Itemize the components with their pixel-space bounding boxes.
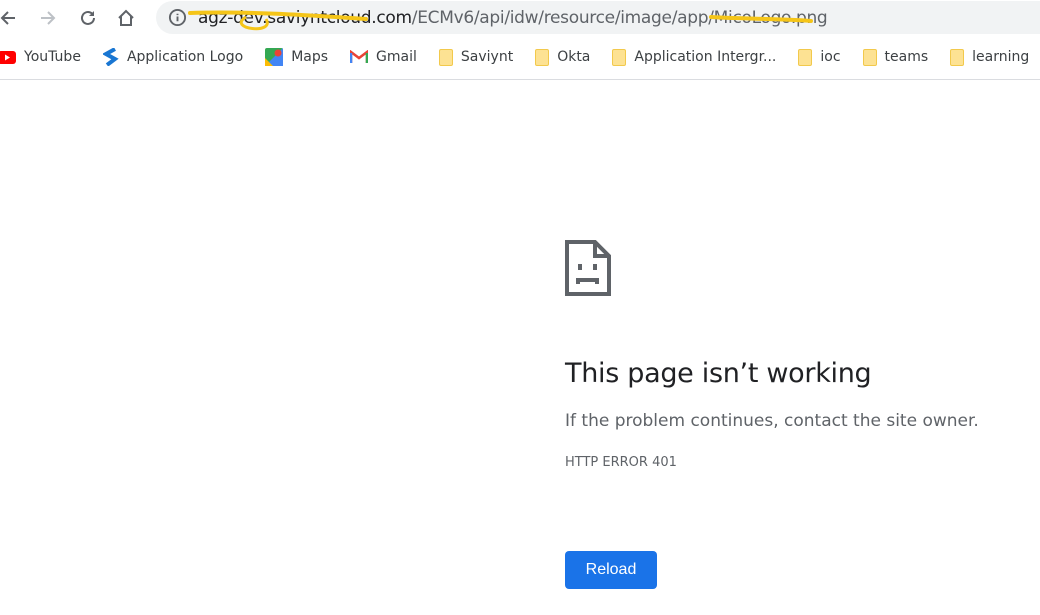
browser-toolbar: agz-dev.saviyntcloud.com/ECMv6/api/idw/r… <box>0 0 1040 36</box>
saviynt-icon <box>102 48 119 66</box>
folder-icon <box>612 48 627 66</box>
bookmark-youtube[interactable]: YouTube <box>0 49 81 65</box>
arrow-right-icon <box>41 11 56 25</box>
info-icon[interactable] <box>168 8 187 27</box>
folder-icon <box>798 48 813 66</box>
bookmark-gmail[interactable]: Gmail <box>350 49 417 65</box>
youtube-icon <box>0 50 16 64</box>
bookmark-folder-application-intergr[interactable]: Application Intergr... <box>612 48 776 66</box>
folder-icon <box>535 48 550 66</box>
error-message: If the problem continues, contact the si… <box>565 411 979 431</box>
bookmark-folder-ioc[interactable]: ioc <box>798 48 841 66</box>
redaction-scribble <box>188 10 813 31</box>
bookmark-folder-teams[interactable]: teams <box>862 48 928 66</box>
reload-button[interactable]: Reload <box>565 551 657 589</box>
folder-icon <box>862 48 877 66</box>
bookmark-folder-okta[interactable]: Okta <box>535 48 590 66</box>
error-title: This page isn’t working <box>565 358 872 389</box>
sad-page-icon <box>565 240 611 296</box>
bookmark-application-logo[interactable]: Application Logo <box>102 48 243 66</box>
bookmarks-bar: YouTube Application Logo Maps Gmail Savi… <box>0 40 1040 74</box>
home-icon <box>118 9 134 26</box>
folder-icon <box>438 48 453 66</box>
bookmark-folder-saviynt[interactable]: Saviynt <box>438 48 513 66</box>
bookmark-maps[interactable]: Maps <box>265 48 328 66</box>
refresh-icon <box>81 10 95 25</box>
error-content: This page isn’t working If the problem c… <box>565 240 979 470</box>
arrow-left-icon <box>0 11 15 25</box>
maps-icon <box>265 48 284 66</box>
toolbar-divider <box>0 79 1040 80</box>
forward-button[interactable] <box>36 6 60 30</box>
home-button[interactable] <box>114 6 138 30</box>
reload-nav-button[interactable] <box>76 6 100 30</box>
gmail-icon <box>350 50 369 63</box>
bookmark-folder-learning[interactable]: learning <box>950 48 1029 66</box>
folder-icon <box>950 48 965 66</box>
error-code: HTTP ERROR 401 <box>565 455 677 470</box>
address-bar[interactable]: agz-dev.saviyntcloud.com/ECMv6/api/idw/r… <box>156 1 1040 34</box>
back-button[interactable] <box>0 6 20 30</box>
